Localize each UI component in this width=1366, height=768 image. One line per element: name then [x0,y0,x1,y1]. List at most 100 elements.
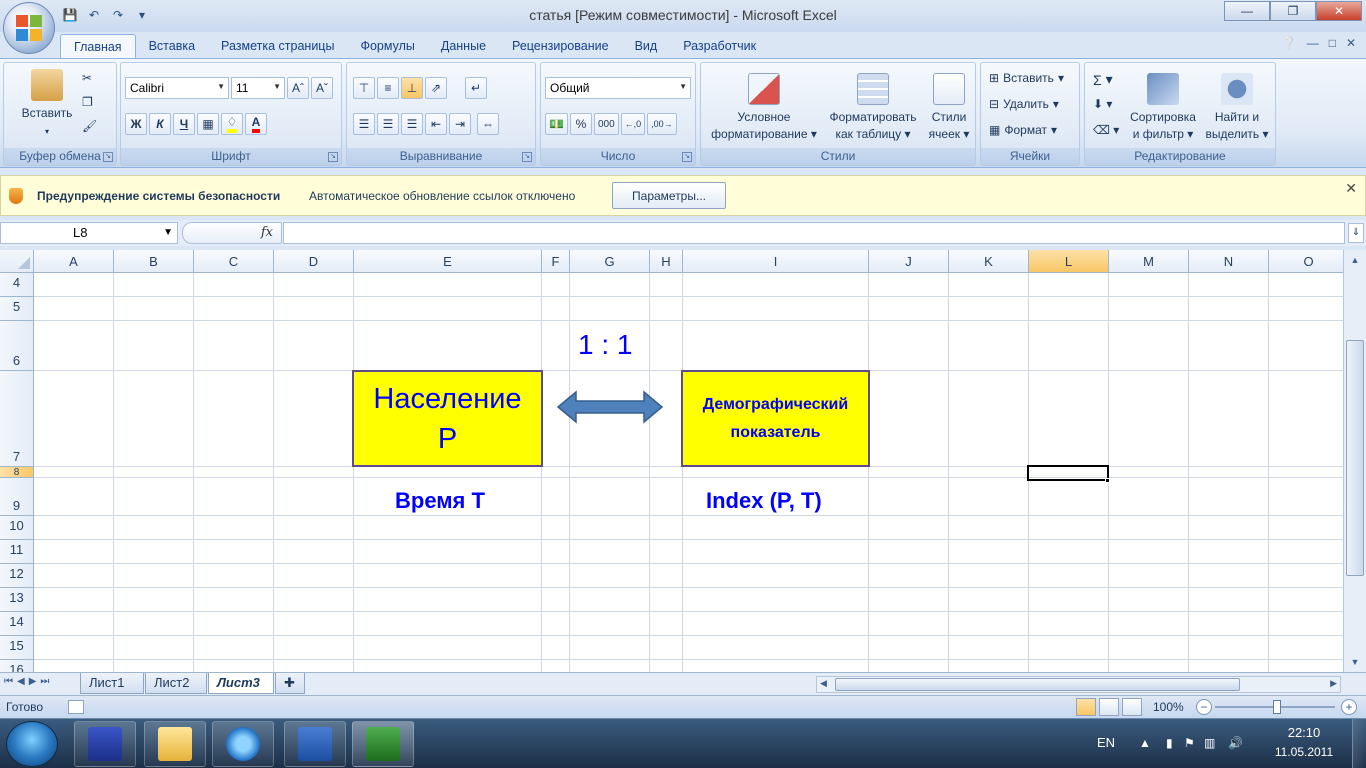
font-name-combo[interactable]: Calibri ▼ [125,77,229,99]
column-header-k[interactable]: K [949,250,1029,273]
taskbar-app-word[interactable] [284,721,346,767]
scroll-left-icon[interactable]: ◀ [820,678,827,689]
column-header-m[interactable]: M [1109,250,1189,273]
page-break-view-button[interactable] [1122,698,1142,716]
fill-color-button[interactable]: ♢ [221,113,243,135]
row-header-10[interactable]: 10 [0,516,34,540]
row-header-12[interactable]: 12 [0,564,34,588]
row-header-15[interactable]: 15 [0,636,34,660]
vertical-scrollbar[interactable]: ▲ ▼ [1343,250,1366,672]
zoom-in-icon[interactable]: + [1341,699,1357,715]
column-header-l[interactable]: L [1029,250,1109,273]
double-arrow[interactable] [556,390,664,424]
row-header-7[interactable]: 7 [0,371,34,467]
row-header-16[interactable]: 16 [0,660,34,672]
decrease-decimal-icon[interactable]: ,00→ [647,113,677,135]
insert-function-icon[interactable]: fx [261,225,273,240]
next-sheet-icon[interactable]: ▶ [29,676,37,687]
last-sheet-icon[interactable]: ⏭ [40,676,49,687]
population-box[interactable]: Население P [352,370,543,467]
tab-home[interactable]: Главная [60,34,136,58]
column-header-e[interactable]: E [354,250,542,273]
column-header-d[interactable]: D [274,250,354,273]
row-header-11[interactable]: 11 [0,540,34,564]
name-box[interactable]: L8 ▼ [0,222,178,244]
tab-view[interactable]: Вид [622,34,671,58]
align-center-icon[interactable]: ☰ [377,113,399,135]
fill-icon[interactable]: ⬇ ▾ [1093,97,1112,111]
align-left-icon[interactable]: ☰ [353,113,375,135]
column-header-b[interactable]: B [114,250,194,273]
grow-font-button[interactable]: Aˆ [287,77,309,99]
tab-page-layout[interactable]: Разметка страницы [208,34,347,58]
help-icon[interactable]: ❔ [1282,36,1297,50]
tray-language[interactable]: EN [1097,735,1115,750]
align-bottom-icon[interactable]: ⊥ [401,77,423,99]
find-select-button[interactable]: Найти и выделить ▾ [1201,73,1273,143]
column-header-h[interactable]: H [650,250,683,273]
tray-volume-icon[interactable]: 🔊 [1228,736,1243,750]
zoom-slider-knob[interactable] [1273,700,1281,714]
horizontal-scrollbar[interactable]: ◀ ▶ [816,676,1341,693]
align-middle-icon[interactable]: ≡ [377,77,399,99]
tab-review[interactable]: Рецензирование [499,34,622,58]
demographic-indicator-box[interactable]: Демографический показатель [681,370,870,467]
tab-developer[interactable]: Разработчик [670,34,769,58]
sort-filter-button[interactable]: Сортировка и фильтр ▾ [1125,73,1201,143]
borders-button[interactable]: ▦ [197,113,219,135]
scroll-down-icon[interactable]: ▼ [1346,654,1364,670]
taskbar-app-ie[interactable] [212,721,274,767]
minimize-button[interactable]: — [1224,1,1270,21]
ribbon-close-icon[interactable]: ✕ [1346,36,1356,50]
vertical-scroll-thumb[interactable] [1346,340,1364,576]
align-right-icon[interactable]: ☰ [401,113,423,135]
first-sheet-icon[interactable]: ⏮ [4,676,13,687]
column-header-a[interactable]: A [34,250,114,273]
tray-network-icon[interactable]: ▥ [1204,736,1215,750]
column-header-j[interactable]: J [869,250,949,273]
increase-indent-icon[interactable]: ⇥ [449,113,471,135]
column-header-g[interactable]: G [570,250,650,273]
font-color-button[interactable]: A [245,113,267,135]
fill-handle[interactable] [1105,478,1110,483]
tray-flag-icon[interactable]: ⚑ [1184,736,1195,750]
row-header-4[interactable]: 4 [0,273,34,297]
wrap-text-icon[interactable]: ↵ [465,77,487,99]
underline-button[interactable]: Ч [173,113,195,135]
row-header-5[interactable]: 5 [0,297,34,321]
start-button[interactable] [6,721,58,767]
bold-button[interactable]: Ж [125,113,147,135]
normal-view-button[interactable] [1076,698,1096,716]
paste-button[interactable]: Вставить ▾ [12,69,82,140]
column-header-c[interactable]: C [194,250,274,273]
close-button[interactable]: ✕ [1316,1,1362,21]
taskbar-app-excel[interactable] [352,721,414,767]
column-header-o[interactable]: O [1269,250,1343,273]
restore-button[interactable]: ❐ [1270,1,1316,21]
sheet-tab-1[interactable]: Лист1 [80,673,144,694]
font-size-combo[interactable]: 11 ▼ [231,77,285,99]
tray-battery-icon[interactable]: ▮ [1166,736,1173,750]
delete-cells-button[interactable]: ⊟ Удалить ▾ [989,97,1059,111]
column-header-i[interactable]: I [683,250,869,273]
horizontal-scroll-thumb[interactable] [835,678,1240,691]
number-launcher-icon[interactable]: ↘ [682,152,692,162]
font-launcher-icon[interactable]: ↘ [328,152,338,162]
prev-sheet-icon[interactable]: ◀ [17,676,25,687]
taskbar-app-save[interactable] [74,721,136,767]
selected-cell-l8[interactable] [1027,465,1109,481]
percent-button[interactable]: % [569,113,592,135]
clipboard-launcher-icon[interactable]: ↘ [103,152,113,162]
row-header-13[interactable]: 13 [0,588,34,612]
insert-sheet-icon[interactable]: ✚ [275,673,305,694]
tab-insert[interactable]: Вставка [136,34,208,58]
security-bar-close-icon[interactable]: ✕ [1345,180,1357,197]
orientation-icon[interactable]: ⇗ [425,77,447,99]
italic-button[interactable]: К [149,113,171,135]
tray-expand-icon[interactable]: ▲ [1139,736,1151,750]
expand-formula-bar-icon[interactable]: ⇓ [1348,223,1364,243]
ribbon-restore-icon[interactable]: □ [1329,36,1336,50]
row-header-6[interactable]: 6 [0,321,34,371]
format-cells-button[interactable]: ▦ Формат ▾ [989,123,1057,137]
macro-record-icon[interactable] [68,700,84,714]
